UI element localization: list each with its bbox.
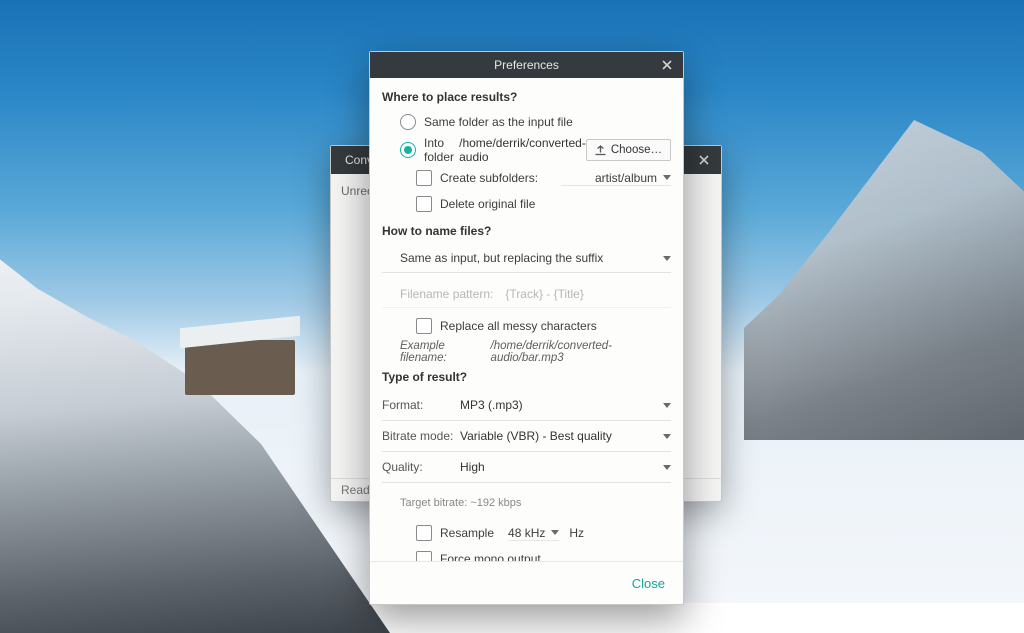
- filename-pattern-label: Filename pattern:: [400, 287, 493, 301]
- format-select[interactable]: Format: MP3 (.mp3): [382, 390, 671, 421]
- bitrate-mode-label: Bitrate mode:: [382, 429, 460, 443]
- resample-row[interactable]: Resample 48 kHz Hz: [382, 521, 671, 545]
- converter-close-button[interactable]: [687, 146, 721, 174]
- delete-original-label: Delete original file: [440, 197, 535, 211]
- resample-unit: Hz: [569, 526, 584, 540]
- example-filename-row: Example filename: /home/derrik/converted…: [382, 340, 671, 364]
- preferences-titlebar[interactable]: Preferences: [370, 52, 683, 78]
- radio-into-folder-row[interactable]: Into folder /home/derrik/converted-audio…: [382, 136, 671, 164]
- preferences-title: Preferences: [370, 58, 683, 72]
- choose-folder-label: Choose…: [611, 144, 662, 156]
- target-bitrate-info: Target bitrate: ~192 kbps: [382, 491, 671, 515]
- radio-same-folder-label: Same folder as the input file: [424, 115, 573, 129]
- format-label: Format:: [382, 398, 460, 412]
- force-mono-row[interactable]: Force mono output: [382, 547, 671, 561]
- replace-messy-checkbox[interactable]: [416, 318, 432, 334]
- chevron-down-icon: [663, 403, 671, 408]
- chevron-down-icon: [551, 530, 559, 535]
- resample-label: Resample: [440, 526, 494, 540]
- force-mono-label: Force mono output: [440, 552, 541, 561]
- preferences-footer: Close: [370, 561, 683, 604]
- filename-pattern-row: Filename pattern: {Track} - {Title}: [382, 281, 671, 308]
- close-icon: [699, 155, 709, 165]
- section-name-heading: How to name files?: [382, 224, 671, 238]
- chevron-down-icon: [663, 465, 671, 470]
- radio-into-folder[interactable]: [400, 142, 416, 158]
- target-bitrate-text: Target bitrate: ~192 kbps: [400, 497, 521, 509]
- subfolder-pattern-select[interactable]: artist/album: [561, 171, 671, 186]
- create-subfolders-row[interactable]: Create subfolders: artist/album: [382, 166, 671, 190]
- force-mono-checkbox[interactable]: [416, 551, 432, 561]
- choose-folder-button[interactable]: Choose…: [586, 139, 671, 161]
- resample-rate-value: 48 kHz: [508, 526, 545, 540]
- chevron-down-icon: [663, 434, 671, 439]
- resample-rate-select[interactable]: 48 kHz: [508, 526, 559, 541]
- naming-mode-select[interactable]: Same as input, but replacing the suffix: [382, 244, 671, 273]
- preferences-dialog: Preferences Where to place results? Same…: [369, 51, 684, 605]
- radio-same-folder[interactable]: [400, 114, 416, 130]
- replace-messy-label: Replace all messy characters: [440, 319, 597, 333]
- section-where-heading: Where to place results?: [382, 90, 671, 104]
- filename-pattern-value: {Track} - {Title}: [505, 287, 583, 301]
- replace-messy-row[interactable]: Replace all messy characters: [382, 314, 671, 338]
- create-subfolders-checkbox[interactable]: [416, 170, 432, 186]
- preferences-close-button[interactable]: Close: [628, 570, 669, 597]
- example-filename-label: Example filename:: [400, 340, 488, 364]
- preferences-close-x-button[interactable]: [651, 52, 683, 78]
- quality-select[interactable]: Quality: High: [382, 452, 671, 483]
- create-subfolders-label: Create subfolders:: [440, 171, 538, 185]
- format-value: MP3 (.mp3): [460, 398, 657, 412]
- chevron-down-icon: [663, 175, 671, 180]
- close-icon: [662, 60, 672, 70]
- preferences-body: Where to place results? Same folder as t…: [370, 78, 683, 561]
- radio-same-folder-row[interactable]: Same folder as the input file: [382, 110, 671, 134]
- section-type-heading: Type of result?: [382, 370, 671, 384]
- radio-into-folder-prefix: Into folder: [424, 136, 457, 164]
- quality-value: High: [460, 460, 657, 474]
- quality-label: Quality:: [382, 460, 460, 474]
- bitrate-mode-select[interactable]: Bitrate mode: Variable (VBR) - Best qual…: [382, 421, 671, 452]
- chevron-down-icon: [663, 256, 671, 261]
- wallpaper-cabin: [185, 340, 295, 395]
- resample-checkbox[interactable]: [416, 525, 432, 541]
- example-filename-value: /home/derrik/converted-audio/bar.mp3: [491, 340, 671, 364]
- upload-icon: [595, 145, 606, 156]
- naming-mode-value: Same as input, but replacing the suffix: [400, 251, 657, 265]
- delete-original-checkbox[interactable]: [416, 196, 432, 212]
- subfolder-pattern-value: artist/album: [595, 171, 657, 185]
- radio-into-folder-path: /home/derrik/converted-audio: [459, 136, 586, 164]
- bitrate-mode-value: Variable (VBR) - Best quality: [460, 429, 657, 443]
- delete-original-row[interactable]: Delete original file: [382, 192, 671, 216]
